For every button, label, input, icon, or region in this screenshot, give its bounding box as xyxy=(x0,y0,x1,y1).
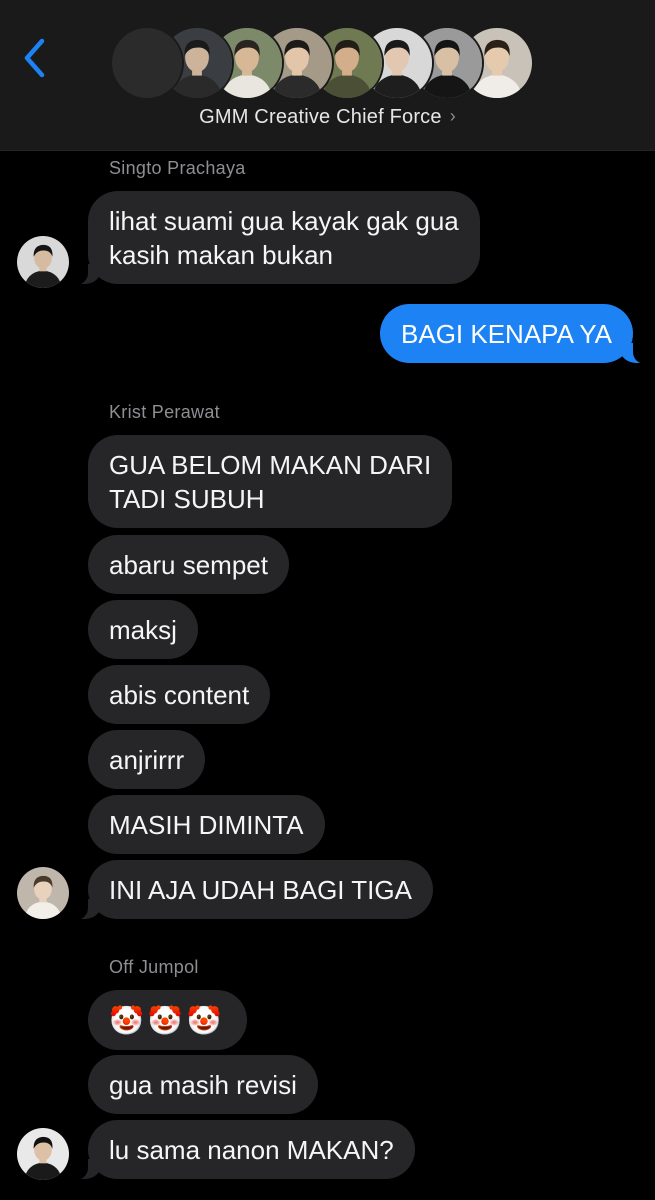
chat-header: GMM Creative Chief Force › xyxy=(0,0,655,151)
sender-name: Singto Prachaya xyxy=(109,158,246,178)
message-bubble[interactable]: lihat suami gua kayak gak gua kasih maka… xyxy=(62,191,480,285)
group-avatar-placeholder xyxy=(112,28,182,98)
off-avatar-icon[interactable] xyxy=(17,1128,69,1180)
message-bubble[interactable]: MASIH DIMINTA xyxy=(88,795,325,854)
message-bubble[interactable]: abis content xyxy=(88,665,271,724)
group-name-button[interactable]: GMM Creative Chief Force › xyxy=(0,106,655,129)
back-button[interactable] xyxy=(18,34,52,82)
sender-name: Off Jumpol xyxy=(109,957,199,977)
krist-avatar-icon[interactable] xyxy=(17,867,69,919)
chevron-left-icon xyxy=(24,38,45,78)
message-bubble[interactable]: maksj xyxy=(88,600,198,659)
outgoing-message-bubble[interactable]: BAGI KENAPA YA xyxy=(380,304,655,364)
singto-avatar-icon[interactable] xyxy=(17,236,69,288)
message-bubble[interactable]: INI AJA UDAH BAGI TIGA xyxy=(62,860,433,920)
sender-name: Krist Perawat xyxy=(109,402,220,422)
message-bubble[interactable]: gua masih revisi xyxy=(88,1055,318,1114)
message-bubble[interactable]: lu sama nanon MAKAN? xyxy=(62,1120,415,1180)
group-name: GMM Creative Chief Force xyxy=(199,106,442,128)
clown-emoji: 🤡🤡🤡 xyxy=(109,1004,226,1037)
message-bubble[interactable]: abaru sempet xyxy=(88,535,289,594)
message-bubble[interactable]: 🤡🤡🤡 xyxy=(88,990,247,1050)
chevron-right-icon: › xyxy=(449,106,456,126)
message-bubble[interactable]: anjrirrr xyxy=(88,730,206,789)
group-avatar-stack[interactable] xyxy=(112,28,552,100)
message-bubble[interactable]: GUA BELOM MAKAN DARI TADI SUBUH xyxy=(88,435,453,528)
